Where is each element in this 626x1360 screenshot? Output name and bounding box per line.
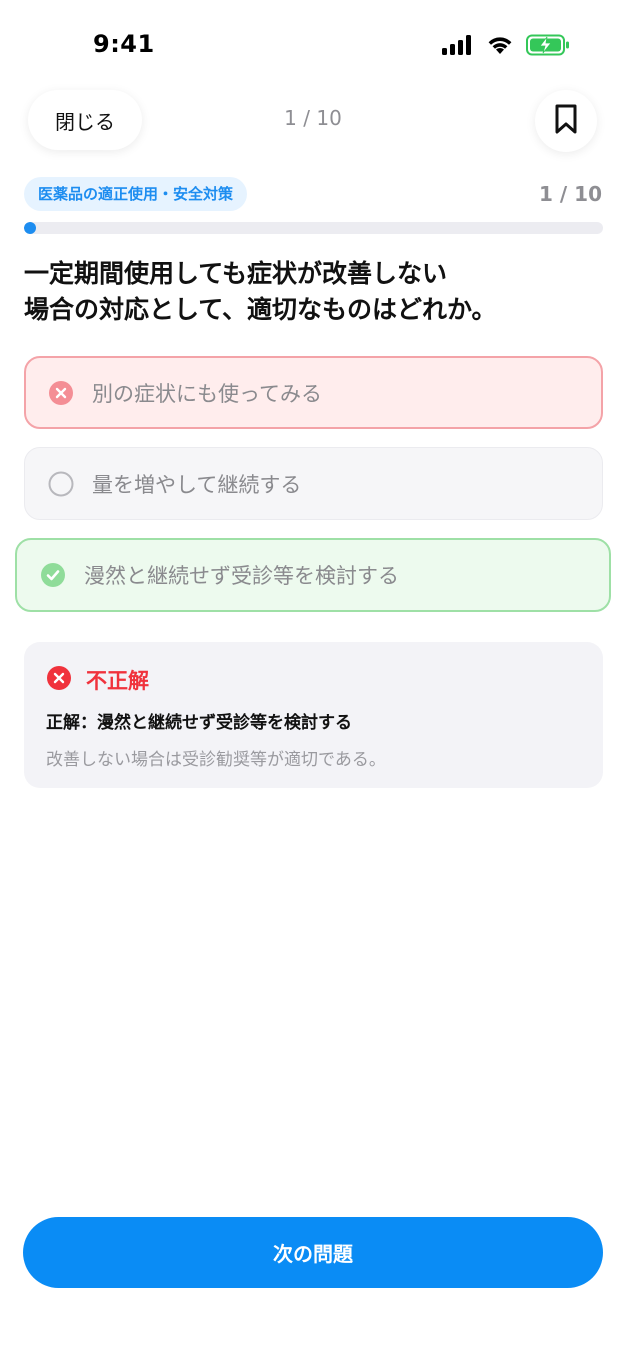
battery-charging-icon (526, 34, 570, 60)
feedback-correct-answer: 正解：漫然と継続せず受診等を検討する (46, 713, 352, 733)
answer-option-correct[interactable]: 漫然と継続せず受診等を検討する (15, 538, 611, 612)
feedback-card: 不正解 正解：漫然と継続せず受診等を検討する 改善しない場合は受診勧奨等が適切で… (24, 642, 603, 788)
progress-bar-fill (24, 222, 36, 234)
cellular-signal-icon (442, 35, 474, 59)
bookmark-icon (554, 103, 578, 139)
next-question-button[interactable]: 次の問題 (23, 1217, 603, 1288)
feedback-explanation: 改善しない場合は受診勧奨等が適切である。 (46, 750, 386, 770)
category-badge: 医薬品の適正使用・安全対策 (24, 177, 248, 211)
wifi-icon (486, 35, 514, 59)
status-bar: 9:41 (0, 0, 626, 92)
answer-option-wrong[interactable]: 別の症状にも使ってみる (24, 356, 603, 429)
answer-option-label: 量を増やして継続する (92, 472, 302, 497)
header-question-counter: 1 / 10 (284, 106, 342, 130)
status-time: 9:41 (93, 30, 155, 58)
empty-circle-icon (48, 471, 74, 497)
status-icons (442, 34, 570, 60)
x-circle-icon (46, 665, 72, 695)
question-line: 一定期間使用しても症状が改善しない (24, 259, 448, 288)
answer-option-label: 別の症状にも使ってみる (92, 381, 322, 406)
feedback-header: 不正解 (46, 666, 581, 694)
progress-counter: 1 / 10 (539, 182, 602, 206)
x-circle-icon (48, 380, 74, 406)
check-circle-icon (40, 562, 66, 588)
bookmark-button[interactable] (535, 90, 597, 152)
question-text: 一定期間使用しても症状が改善しない 場合の対応として、適切なものはどれか。 (24, 256, 604, 328)
question-line: 場合の対応として、適切なものはどれか。 (24, 295, 497, 324)
answer-option-label: 漫然と継続せず受診等を検討する (84, 564, 399, 588)
feedback-status: 不正解 (86, 669, 149, 693)
progress-bar (24, 222, 603, 234)
answer-option[interactable]: 量を増やして継続する (24, 447, 603, 520)
quiz-screen: 9:41 閉じる 1 / 10 医薬品の適正使用・安全対策 1 / 10 一定期… (0, 0, 626, 1360)
